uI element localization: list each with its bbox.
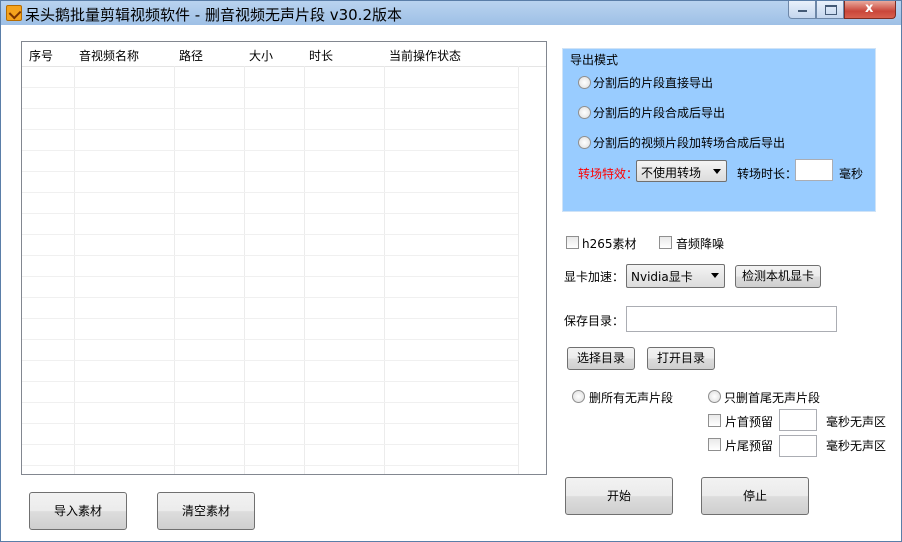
close-button[interactable]: x xyxy=(844,1,896,19)
grid-row-line xyxy=(22,87,518,88)
radio-transition-export[interactable] xyxy=(578,136,591,149)
import-button[interactable]: 导入素材 xyxy=(29,492,127,530)
column-header-duration[interactable]: 时长 xyxy=(309,47,333,64)
export-mode-group: 导出模式 分割后的片段直接导出 分割后的片段合成后导出 分割后的视频片段加转场合… xyxy=(562,48,876,212)
column-header-path[interactable]: 路径 xyxy=(179,47,203,64)
save-dir-label: 保存目录： xyxy=(564,314,625,328)
gpu-value: Nvidia显卡 xyxy=(631,270,693,284)
grid-row-line xyxy=(22,129,518,130)
head-keep-unit: 毫秒无声区 xyxy=(826,415,887,429)
title-bar[interactable]: 呆头鹅批量剪辑视频软件 - 删音视频无声片段 v30.2版本 x xyxy=(1,1,901,25)
delete-all-silence-label[interactable]: 删所有无声片段 xyxy=(589,389,673,406)
column-header-index[interactable]: 序号 xyxy=(29,47,53,64)
denoise-checkbox[interactable] xyxy=(659,236,672,249)
minimize-button[interactable] xyxy=(788,1,816,19)
transition-duration-label: 转场时长： xyxy=(737,167,798,181)
grid-row-line xyxy=(22,108,518,109)
grid-row-line xyxy=(22,255,518,256)
grid-row-line xyxy=(22,318,518,319)
h265-checkbox[interactable] xyxy=(566,236,579,249)
gpu-label: 显卡加速： xyxy=(564,270,625,284)
grid-row-line xyxy=(22,360,518,361)
app-window: 呆头鹅批量剪辑视频软件 - 删音视频无声片段 v30.2版本 x 序号 音视频名… xyxy=(0,0,902,542)
grid-row-line xyxy=(22,234,518,235)
head-keep-input[interactable] xyxy=(779,409,817,431)
grid-column-line xyxy=(384,66,385,474)
tail-keep-unit: 毫秒无声区 xyxy=(826,439,887,453)
group-title: 导出模式 xyxy=(570,53,619,67)
tail-keep-input[interactable] xyxy=(779,435,817,457)
radio-direct-export-label[interactable]: 分割后的片段直接导出 xyxy=(593,74,713,91)
grid-column-line xyxy=(74,66,75,474)
client-area: 序号 音视频名称 路径 大小 时长 当前操作状态 导入素材 清空素材 导出模式 … xyxy=(1,25,901,541)
tail-keep-checkbox[interactable] xyxy=(708,438,721,451)
chevron-down-icon xyxy=(713,169,721,174)
delete-ends-silence-label[interactable]: 只删首尾无声片段 xyxy=(724,389,820,406)
grid-row-line xyxy=(22,276,518,277)
detect-gpu-button[interactable]: 检测本机显卡 xyxy=(735,265,821,288)
grid-column-line xyxy=(518,66,519,474)
transition-effect-value: 不使用转场 xyxy=(641,166,702,180)
grid-row-line xyxy=(22,150,518,151)
grid-row-line xyxy=(22,171,518,172)
grid-row-line xyxy=(22,423,518,424)
maximize-button[interactable] xyxy=(816,1,844,19)
head-keep-label[interactable]: 片首预留 xyxy=(725,413,773,430)
grid-row-line xyxy=(22,192,518,193)
grid-row-line xyxy=(22,444,518,445)
grid-row-line xyxy=(22,465,518,466)
start-button[interactable]: 开始 xyxy=(565,477,673,515)
column-header-status[interactable]: 当前操作状态 xyxy=(389,47,461,64)
radio-merge-export-label[interactable]: 分割后的片段合成后导出 xyxy=(593,104,725,121)
close-icon: x xyxy=(865,1,874,16)
grid-row-line xyxy=(22,297,518,298)
grid-row-line xyxy=(22,339,518,340)
file-list-table[interactable]: 序号 音视频名称 路径 大小 时长 当前操作状态 xyxy=(21,41,547,475)
transition-effect-label: 转场特效： xyxy=(578,167,639,181)
radio-transition-export-label[interactable]: 分割后的视频片段加转场合成后导出 xyxy=(593,134,785,151)
clear-button[interactable]: 清空素材 xyxy=(157,492,255,530)
grid-row-line xyxy=(22,402,518,403)
chevron-down-icon xyxy=(711,273,719,278)
window-title: 呆头鹅批量剪辑视频软件 - 删音视频无声片段 v30.2版本 xyxy=(25,6,402,24)
grid-row-line xyxy=(22,381,518,382)
stop-button[interactable]: 停止 xyxy=(701,477,809,515)
column-header-size[interactable]: 大小 xyxy=(249,47,273,64)
denoise-label[interactable]: 音频降噪 xyxy=(676,235,724,252)
h265-label[interactable]: h265素材 xyxy=(582,235,637,252)
save-dir-input[interactable] xyxy=(626,306,837,332)
transition-duration-input[interactable] xyxy=(795,159,833,181)
app-icon xyxy=(6,5,22,21)
grid-column-line xyxy=(244,66,245,474)
column-header-name[interactable]: 音视频名称 xyxy=(79,47,139,64)
grid-column-line xyxy=(174,66,175,474)
open-dir-button[interactable]: 打开目录 xyxy=(647,347,715,370)
radio-merge-export[interactable] xyxy=(578,106,591,119)
grid-row-line xyxy=(22,213,518,214)
head-keep-checkbox[interactable] xyxy=(708,414,721,427)
choose-dir-button[interactable]: 选择目录 xyxy=(567,347,635,370)
gpu-select[interactable]: Nvidia显卡 xyxy=(626,264,725,288)
grid-column-line xyxy=(304,66,305,474)
radio-direct-export[interactable] xyxy=(578,76,591,89)
table-header: 序号 音视频名称 路径 大小 时长 当前操作状态 xyxy=(22,42,546,67)
radio-delete-all-silence[interactable] xyxy=(572,390,585,403)
transition-effect-select[interactable]: 不使用转场 xyxy=(636,160,727,182)
radio-delete-ends-silence[interactable] xyxy=(708,390,721,403)
transition-ms-unit: 毫秒 xyxy=(839,167,864,181)
tail-keep-label[interactable]: 片尾预留 xyxy=(725,437,773,454)
